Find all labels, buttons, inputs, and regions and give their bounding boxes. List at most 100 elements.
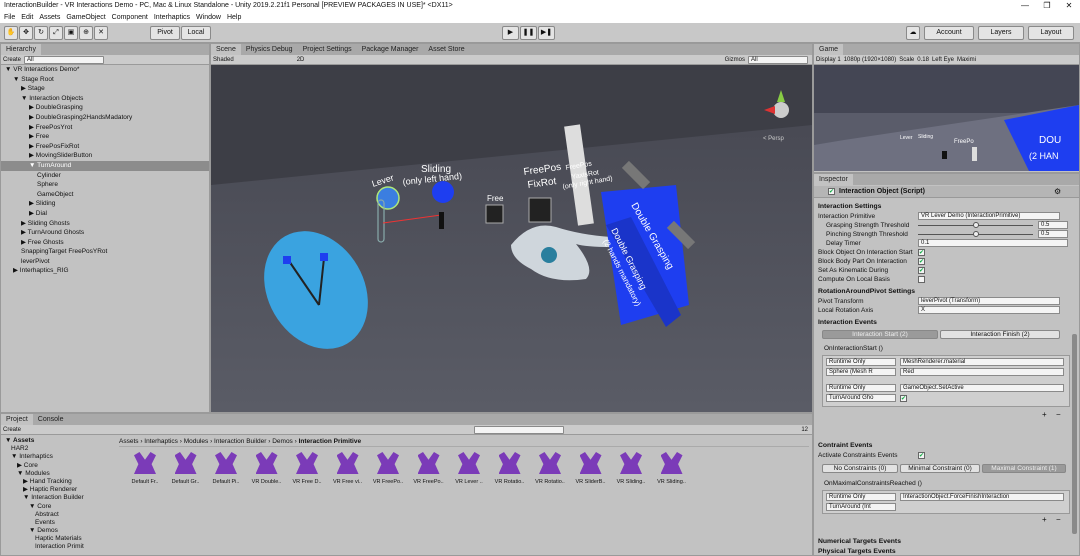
hierarchy-item[interactable]: ▶ MovingSliderButton: [1, 151, 209, 161]
hand-tool-icon[interactable]: ✋: [4, 26, 18, 40]
settings-gear-icon[interactable]: ⚙: [1054, 187, 1061, 196]
project-create-button[interactable]: Create: [3, 427, 21, 433]
hierarchy-item[interactable]: ▶ FreePosYrot: [1, 123, 209, 133]
primitive-field[interactable]: VR Lever Demo (InteractionPrimitive): [918, 212, 1060, 220]
compute-local-checkbox[interactable]: [918, 276, 925, 283]
tab-project[interactable]: Project: [1, 414, 33, 425]
asset-item[interactable]: VR Sliding..: [612, 452, 650, 485]
hierarchy-item[interactable]: ▼ TurnAround: [1, 160, 209, 171]
asset-item[interactable]: VR Rotatio..: [531, 452, 569, 485]
activate-constraints-checkbox[interactable]: ✔: [918, 452, 925, 459]
event1-runtime-dropdown[interactable]: Runtime Only: [826, 358, 896, 366]
hierarchy-item[interactable]: Sphere: [1, 180, 209, 190]
hierarchy-item[interactable]: ▶ Free Ghosts: [1, 238, 209, 248]
maximal-constraint-tab[interactable]: Maximal Constraint (1): [982, 464, 1066, 473]
menu-component[interactable]: Component: [112, 12, 148, 23]
rect-tool-icon[interactable]: ▣: [64, 26, 78, 40]
menu-edit[interactable]: Edit: [21, 12, 33, 23]
hierarchy-item[interactable]: ▶ DoubleGrasping: [1, 103, 209, 113]
event-add-button[interactable]: +: [1042, 410, 1047, 419]
grasp-slider-thumb[interactable]: [973, 222, 979, 228]
left-eye-dropdown[interactable]: Left Eye: [932, 57, 954, 63]
asset-item[interactable]: Default Pi..: [207, 452, 245, 485]
event3-runtime-dropdown[interactable]: Runtime Only: [826, 493, 896, 501]
menu-window[interactable]: Window: [196, 12, 221, 23]
game-viewport[interactable]: DOU (2 HAN FreePo Lever Sliding: [814, 65, 1079, 171]
hierarchy-item[interactable]: ▼ Interaction Objects: [1, 94, 209, 104]
project-folder-item[interactable]: ▼ Core: [3, 503, 115, 511]
menu-gameobject[interactable]: GameObject: [66, 12, 105, 23]
numerical-targets-header[interactable]: Numerical Targets Events: [818, 538, 901, 545]
menu-help[interactable]: Help: [227, 12, 241, 23]
event1-object-field[interactable]: Sphere (Mesh R: [826, 368, 896, 376]
project-folder-item[interactable]: ▼ Interhaptics: [3, 453, 115, 461]
scale-tool-icon[interactable]: ⤢: [49, 26, 63, 40]
interaction-finish-tab[interactable]: Interaction Finish (2): [940, 330, 1060, 339]
asset-item[interactable]: VR FreePo..: [410, 452, 448, 485]
hierarchy-item[interactable]: ▼ VR Interactions Demo*: [1, 65, 209, 75]
event3-object-field[interactable]: TurnAround (Int: [826, 503, 896, 511]
menu-assets[interactable]: Assets: [39, 12, 60, 23]
2d-toggle[interactable]: 2D: [297, 57, 305, 63]
scene-search-input[interactable]: All: [748, 55, 808, 64]
asset-item[interactable]: VR Lever ..: [450, 452, 488, 485]
delay-timer-field[interactable]: 0.1: [918, 239, 1068, 247]
project-folder-item[interactable]: ▼ Demos: [3, 527, 115, 535]
hierarchy-item[interactable]: ▼ Stage Root: [1, 75, 209, 85]
constraint-add-button[interactable]: +: [1042, 515, 1047, 524]
hierarchy-item[interactable]: ▶ Interhaptics_RIG: [1, 266, 209, 276]
layout-dropdown[interactable]: Layout: [1028, 26, 1074, 40]
event2-function-dropdown[interactable]: GameObject.SetActive: [900, 384, 1064, 392]
constraint-remove-button[interactable]: −: [1056, 515, 1061, 524]
rotate-tool-icon[interactable]: ↻: [34, 26, 48, 40]
event3-function-dropdown[interactable]: InteractionObject.ForceFinishInteraction: [900, 493, 1064, 501]
hierarchy-item[interactable]: ▶ Dial: [1, 209, 209, 219]
step-button[interactable]: ▶❚: [538, 26, 555, 40]
hierarchy-item[interactable]: ▶ Stage: [1, 84, 209, 94]
pivot-transform-field[interactable]: leverPivot (Transform): [918, 297, 1060, 305]
breadcrumb-interhaptics[interactable]: Interhaptics: [144, 438, 178, 445]
asset-item[interactable]: VR Double..: [248, 452, 286, 485]
asset-item[interactable]: VR Free D..: [288, 452, 326, 485]
layers-dropdown[interactable]: Layers: [978, 26, 1024, 40]
tab-console[interactable]: Console: [33, 414, 69, 425]
tab-asset-store[interactable]: Asset Store: [423, 44, 469, 55]
project-folder-item[interactable]: HAR2: [3, 445, 115, 453]
hierarchy-item[interactable]: leverPivot: [1, 257, 209, 267]
project-folder-item[interactable]: ▶ Haptic Renderer: [3, 486, 115, 494]
tab-game[interactable]: Game: [814, 44, 844, 55]
display-dropdown[interactable]: Display 1: [816, 57, 841, 63]
transform-tool-icon[interactable]: ⊕: [79, 26, 93, 40]
scale-value[interactable]: 0.18: [917, 57, 929, 63]
minimize-button[interactable]: —: [1014, 0, 1036, 12]
shading-dropdown[interactable]: Shaded: [213, 57, 234, 63]
hierarchy-create-button[interactable]: Create: [3, 57, 21, 63]
event2-bool-checkbox[interactable]: ✔: [900, 395, 907, 402]
tab-inspector[interactable]: Inspector: [814, 174, 853, 185]
grasp-threshold-field[interactable]: 0.5: [1038, 221, 1068, 229]
breadcrumb-demos[interactable]: Demos: [272, 438, 293, 445]
hierarchy-item[interactable]: ▶ Free: [1, 132, 209, 142]
pinch-threshold-field[interactable]: 0.5: [1038, 230, 1068, 238]
project-folder-item[interactable]: Haptic Materials: [3, 535, 115, 543]
block-object-checkbox[interactable]: ✔: [918, 249, 925, 256]
no-constraints-tab[interactable]: No Constraints (0): [822, 464, 898, 473]
cloud-icon[interactable]: ☁: [906, 26, 920, 40]
kinematic-checkbox[interactable]: ✔: [918, 267, 925, 274]
project-folder-item[interactable]: ▶ Core: [3, 462, 115, 470]
local-toggle[interactable]: Local: [181, 26, 211, 40]
project-folder-item[interactable]: Events: [3, 519, 115, 527]
hierarchy-item[interactable]: ▶ DoubleGrasping2HandsMadatory: [1, 113, 209, 123]
hierarchy-search-input[interactable]: All: [24, 55, 105, 64]
hierarchy-item[interactable]: Cylinder: [1, 171, 209, 181]
custom-tool-icon[interactable]: ✕: [94, 26, 108, 40]
hierarchy-item[interactable]: ▶ Sliding Ghosts: [1, 219, 209, 229]
maximize-button[interactable]: ❐: [1036, 0, 1058, 12]
rotation-axis-dropdown[interactable]: X: [918, 306, 1060, 314]
project-folder-item[interactable]: ▼ Interaction Builder: [3, 494, 115, 502]
breadcrumb-modules[interactable]: Modules: [184, 438, 209, 445]
event2-runtime-dropdown[interactable]: Runtime Only: [826, 384, 896, 392]
hierarchy-item[interactable]: ▶ Sliding: [1, 199, 209, 209]
event1-argument-field[interactable]: Red: [900, 368, 1064, 376]
interaction-start-tab[interactable]: Interaction Start (2): [822, 330, 938, 339]
